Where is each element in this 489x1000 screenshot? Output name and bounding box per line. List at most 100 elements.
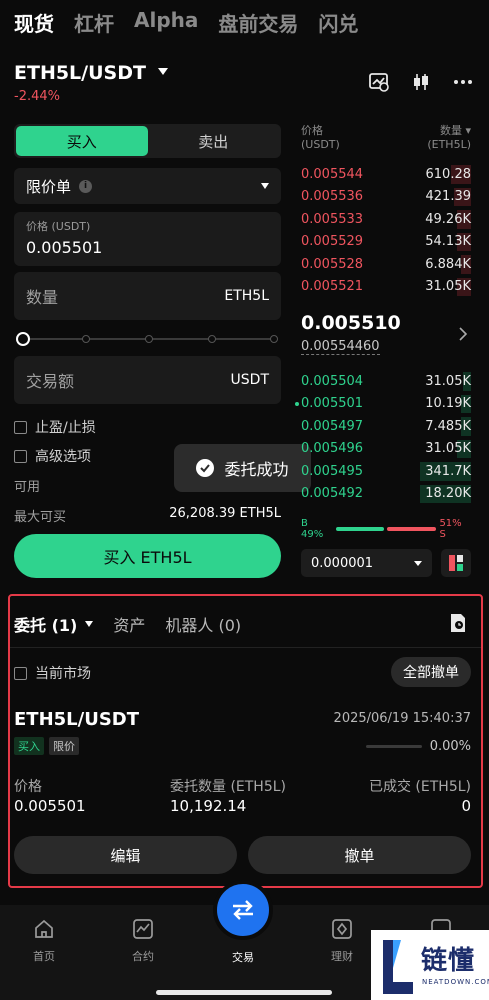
- ask-qty: 610.28: [425, 166, 472, 182]
- ask-row[interactable]: 0.005528 6.884K: [301, 253, 471, 276]
- slider-stop[interactable]: [208, 335, 216, 343]
- qty-header[interactable]: 数量 ▾ (ETH5L): [427, 124, 471, 152]
- tab-spot[interactable]: 现货: [14, 8, 54, 37]
- sell-tab[interactable]: 卖出: [148, 126, 280, 156]
- chevron-right-icon[interactable]: [458, 326, 468, 345]
- sell-ratio-label: 51% S: [439, 518, 462, 540]
- ask-qty: 54.13K: [425, 234, 471, 250]
- ask-row[interactable]: 0.005536 421.39: [301, 186, 471, 209]
- ask-row[interactable]: 0.005521 31.05K: [301, 276, 471, 299]
- type-badge: 限价: [49, 737, 79, 755]
- orderbook-view-button[interactable]: [441, 549, 471, 577]
- tab-margin[interactable]: 杠杆: [74, 8, 114, 37]
- slider-stop[interactable]: [270, 335, 278, 343]
- sell-ratio-bar: [386, 527, 437, 531]
- side-badge: 买入: [14, 737, 44, 755]
- quantity-input[interactable]: 数量 ETH5L: [14, 272, 281, 320]
- success-toast: 委托成功: [174, 444, 311, 492]
- pair-selector[interactable]: ETH5L/USDT: [14, 62, 146, 84]
- bid-row[interactable]: 0.005495 341.7K: [301, 460, 471, 483]
- bid-qty: 31.05K: [425, 441, 471, 457]
- quantity-slider[interactable]: [16, 332, 278, 346]
- edit-order-button[interactable]: 编辑: [14, 836, 237, 874]
- precision-value: 0.000001: [311, 555, 374, 571]
- tab-bots[interactable]: 机器人 (0): [165, 612, 241, 636]
- tab-assets[interactable]: 资产: [113, 612, 145, 636]
- order-type-select[interactable]: 限价单 i: [14, 168, 281, 204]
- tab-alpha[interactable]: Alpha: [134, 8, 198, 37]
- nav-home[interactable]: 首页: [14, 918, 74, 964]
- cancel-order-button[interactable]: 撤单: [248, 836, 471, 874]
- slider-stop[interactable]: [145, 335, 153, 343]
- col-filled: 已成交 (ETH5L): [368, 779, 471, 795]
- nav-contract-label: 合约: [132, 950, 154, 963]
- order-filled: 0: [461, 797, 471, 815]
- tab-open-orders[interactable]: 委托 (1): [14, 612, 94, 636]
- checkbox-box[interactable]: [14, 666, 27, 680]
- more-icon[interactable]: [453, 72, 473, 92]
- order-pair: ETH5L/USDT: [14, 709, 140, 730]
- chevron-down-icon[interactable]: [158, 68, 168, 75]
- caret-down-icon: ▾: [465, 124, 471, 137]
- slider-handle[interactable]: [16, 332, 30, 346]
- bid-row[interactable]: 0.005501 10.19K: [295, 393, 471, 416]
- orderbook-header: 价格 (USDT) 数量 ▾ (ETH5L): [301, 124, 471, 152]
- watermark-l-icon: [383, 940, 413, 994]
- price-input[interactable]: 价格 (USDT) 0.005501: [14, 212, 281, 266]
- current-market-label: 当前市场: [35, 666, 91, 682]
- home-icon: [35, 919, 53, 938]
- tab-open-orders-label: 委托 (1): [14, 616, 78, 635]
- candlestick-icon[interactable]: [411, 72, 431, 92]
- watermark-sub: NEATDOWN.COM: [422, 978, 489, 986]
- bid-row[interactable]: 0.005497 7.485K: [301, 415, 471, 438]
- order-history-icon[interactable]: [448, 613, 468, 637]
- buy-submit-button[interactable]: 买入 ETH5L: [14, 534, 281, 578]
- tab-premarket[interactable]: 盘前交易: [218, 8, 298, 37]
- ask-row[interactable]: 0.005529 54.13K: [301, 231, 471, 254]
- order-type-label: 限价单: [26, 177, 72, 196]
- chart-settings-icon[interactable]: [369, 72, 389, 92]
- ask-qty: 421.39: [425, 189, 472, 205]
- ask-qty: 31.05K: [425, 279, 471, 295]
- checkbox-box[interactable]: [14, 449, 27, 463]
- chevron-down-icon: [85, 621, 94, 627]
- watermark-text: 链懂: [421, 946, 476, 976]
- check-circle-icon: [196, 459, 215, 477]
- tpsl-checkbox[interactable]: 止盈/止损: [14, 417, 96, 437]
- col-qty: 委托数量 (ETH5L): [170, 779, 287, 795]
- precision-select[interactable]: 0.000001: [301, 549, 432, 577]
- bid-row[interactable]: 0.005492 18.20K: [301, 483, 471, 506]
- price-header-unit: (USDT): [301, 138, 340, 151]
- nav-contract[interactable]: 合约: [113, 918, 173, 964]
- info-icon[interactable]: i: [79, 179, 93, 193]
- price-value[interactable]: 0.005501: [26, 238, 269, 257]
- amount-unit: USDT: [230, 372, 269, 388]
- buy-tab[interactable]: 买入: [16, 126, 148, 156]
- trade-fab[interactable]: [213, 880, 273, 940]
- amount-input[interactable]: 交易额 USDT: [14, 356, 281, 404]
- col-price: 价格: [14, 779, 42, 795]
- advanced-checkbox[interactable]: 高级选项: [14, 446, 91, 466]
- quantity-placeholder: 数量: [26, 288, 59, 307]
- bid-row[interactable]: 0.005504 31.05K: [301, 370, 471, 393]
- checkbox-box[interactable]: [14, 420, 27, 434]
- nav-finance[interactable]: 理财: [312, 918, 372, 964]
- mark-price[interactable]: 0.00554460: [301, 339, 380, 355]
- order-time: 2025/06/19 15:40:37: [333, 711, 471, 726]
- current-market-checkbox[interactable]: 当前市场: [14, 663, 91, 683]
- watermark-logo: 链懂 NEATDOWN.COM: [371, 930, 489, 1000]
- fill-percent: 0.00%: [429, 739, 471, 754]
- pair-change: -2.44%: [14, 89, 60, 104]
- progress-bar: [365, 745, 422, 748]
- bid-price: 0.005497: [301, 418, 364, 434]
- ask-row[interactable]: 0.005544 610.28: [301, 163, 471, 186]
- slider-stop[interactable]: [82, 335, 90, 343]
- cancel-all-button[interactable]: 全部撤单: [391, 657, 471, 687]
- tab-convert[interactable]: 闪兑: [318, 8, 358, 37]
- nav-trade-label[interactable]: 交易: [213, 949, 273, 965]
- buy-ratio-bar: [336, 527, 384, 531]
- bid-row[interactable]: 0.005496 31.05K: [301, 438, 471, 461]
- ask-row[interactable]: 0.005533 49.26K: [301, 208, 471, 231]
- bid-price: 0.005496: [301, 441, 364, 457]
- last-price: 0.005510: [301, 312, 401, 334]
